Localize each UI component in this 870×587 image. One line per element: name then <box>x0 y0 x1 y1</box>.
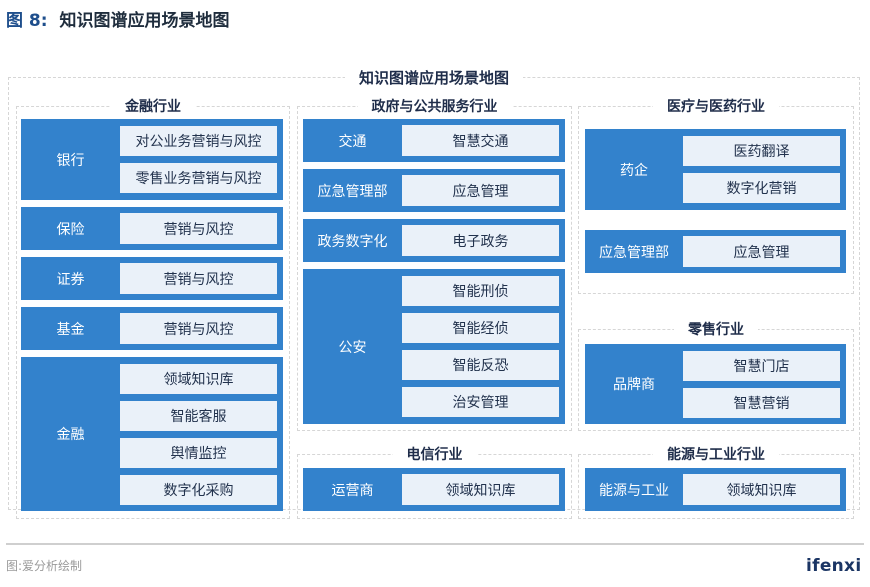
group-operator: 运营商 领域知识库 <box>303 468 565 511</box>
item-smart-criminal-investigation: 智能刑侦 <box>402 276 559 306</box>
item-marketing-risk: 营销与风控 <box>120 313 277 344</box>
source-note: 图:爱分析绘制 <box>6 559 83 573</box>
group-energy-industry: 能源与工业 领域知识库 <box>585 468 846 511</box>
group-label: 金融 <box>56 427 85 443</box>
group-label: 能源与工业 <box>599 482 669 499</box>
footer-divider <box>6 543 864 545</box>
item-emergency-management: 应急管理 <box>402 175 559 206</box>
group-label: 应急管理部 <box>599 244 669 261</box>
group-gov-digitalization: 政务数字化 电子政务 <box>303 219 565 262</box>
figure-title-text: 知识图谱应用场景地图 <box>59 11 230 31</box>
panel-title-medical: 医疗与医药行业 <box>579 97 853 117</box>
group-label: 交通 <box>338 133 367 150</box>
group-bank: 银行 对公业务营销与风控 零售业务营销与风控 <box>21 119 283 200</box>
panel-title-energy: 能源与工业行业 <box>579 445 853 465</box>
item-medical-translation: 医药翻译 <box>683 136 840 166</box>
item-domain-knowledge-base: 领域知识库 <box>402 474 559 505</box>
group-finance-general: 金融 领域知识库 智能客服 舆情监控 数字化采购 <box>21 357 283 511</box>
group-fund: 基金 营销与风控 <box>21 307 283 350</box>
item-marketing-risk: 营销与风控 <box>120 263 277 294</box>
group-label: 药企 <box>620 162 648 179</box>
group-transport: 交通 智慧交通 <box>303 119 565 162</box>
group-emergency-dept: 应急管理部 应急管理 <box>303 169 565 212</box>
group-label: 证券 <box>56 271 85 288</box>
panel-title-finance: 金融行业 <box>17 97 289 117</box>
item-e-government: 电子政务 <box>402 225 559 256</box>
figure-number: 图 8: <box>6 11 48 31</box>
item-emergency-management: 应急管理 <box>683 236 840 267</box>
item-smart-marketing: 智慧营销 <box>683 388 840 418</box>
group-label: 政务数字化 <box>317 233 388 250</box>
group-label: 品牌商 <box>613 377 655 393</box>
group-label: 银行 <box>56 152 85 169</box>
item-corporate-marketing-risk: 对公业务营销与风控 <box>120 126 277 156</box>
item-public-opinion-monitoring: 舆情监控 <box>120 438 277 468</box>
group-label: 公安 <box>338 339 367 356</box>
item-marketing-risk: 营销与风控 <box>120 213 277 244</box>
item-digital-procurement: 数字化采购 <box>120 475 277 505</box>
item-digital-marketing: 数字化营销 <box>683 173 840 203</box>
item-domain-knowledge-base: 领域知识库 <box>683 474 840 505</box>
panel-title-government: 政府与公共服务行业 <box>298 97 571 117</box>
group-insurance: 保险 营销与风控 <box>21 207 283 250</box>
group-brand-owner: 品牌商 智慧门店 智慧营销 <box>585 344 846 424</box>
item-public-order-management: 治安管理 <box>402 387 559 417</box>
item-domain-knowledge-base: 领域知识库 <box>120 364 277 394</box>
group-securities: 证券 营销与风控 <box>21 257 283 300</box>
item-smart-transport: 智慧交通 <box>402 125 559 156</box>
item-smart-customer-service: 智能客服 <box>120 401 277 431</box>
item-smart-anti-terrorism: 智能反恐 <box>402 350 559 380</box>
diagram-title: 知识图谱应用场景地图 <box>9 68 859 88</box>
group-label: 应急管理部 <box>317 183 388 200</box>
group-emergency-dept-medical: 应急管理部 应急管理 <box>585 230 846 273</box>
panel-title-telecom: 电信行业 <box>298 445 571 465</box>
group-label: 运营商 <box>331 482 374 499</box>
item-smart-store: 智慧门店 <box>683 351 840 381</box>
panel-title-retail: 零售行业 <box>579 320 853 340</box>
figure-title: 图 8: 知识图谱应用场景地图 <box>6 6 230 31</box>
group-label: 基金 <box>56 321 85 338</box>
group-public-security: 公安 智能刑侦 智能经侦 智能反恐 治安管理 <box>303 269 565 424</box>
group-pharma: 药企 医药翻译 数字化营销 <box>585 129 846 210</box>
ifenxi-logo: ifenxi <box>806 556 862 576</box>
item-smart-economic-investigation: 智能经侦 <box>402 313 559 343</box>
group-label: 保险 <box>56 221 85 238</box>
item-retail-marketing-risk: 零售业务营销与风控 <box>120 163 277 193</box>
